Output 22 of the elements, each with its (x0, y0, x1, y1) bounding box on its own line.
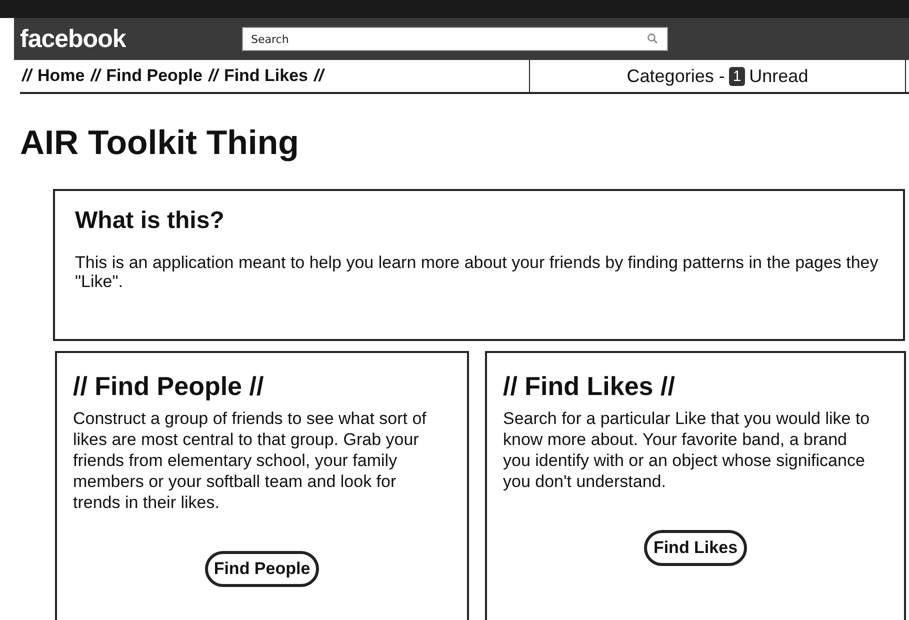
nav-separator: // (22, 66, 32, 86)
card-heading: // Find Likes // (503, 371, 676, 402)
section-heading: What is this? (75, 207, 226, 235)
categories-label[interactable]: Categories - (626, 66, 725, 86)
nav-link[interactable]: Home (37, 66, 85, 86)
unread-count-badge: 1 (728, 66, 746, 86)
logo[interactable]: facebook (20, 24, 242, 54)
search-icon (647, 33, 658, 44)
action-button[interactable]: Find People (204, 551, 320, 587)
card-heading: // Find People // (73, 371, 265, 402)
action-button[interactable]: Find Likes (644, 530, 747, 566)
nav-link[interactable]: Find Likes (224, 66, 308, 86)
nav-separator: // (208, 66, 218, 86)
card-text: Construct a group of friends to see what sort of likes are most central to that group. Grab your friends from elementary school, your family members or your softball team and look for trends in their likes. (73, 408, 428, 513)
page-title: AIR Toolkit Thing (20, 124, 300, 163)
search-field[interactable]: Search (242, 27, 668, 51)
nav-separator: // (90, 66, 100, 86)
card-text: Search for a particular Like that you would like to know more about. Your favorite band, a brand you identify with or an object whose significance you don't understand. (503, 408, 871, 492)
unread-label[interactable]: Unread (749, 66, 808, 86)
intro-text: This is an application meant to help you learn more about your friends by finding patterns in the pages they "Like". (75, 253, 880, 291)
nav-link[interactable]: Find People (106, 66, 202, 86)
nav-separator: // (314, 66, 324, 86)
